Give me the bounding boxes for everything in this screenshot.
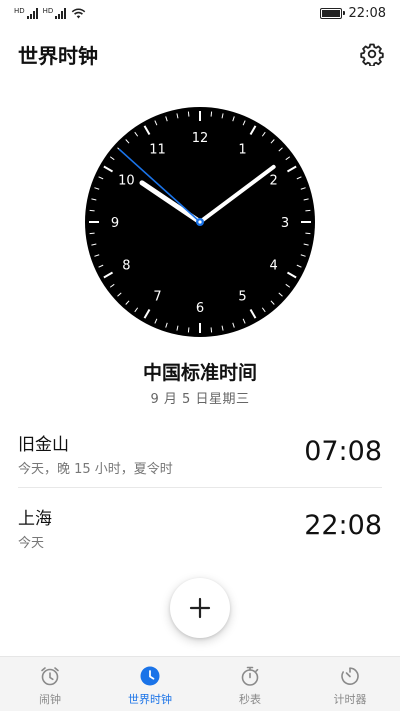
city-time: 22:08 — [304, 510, 382, 541]
city-row[interactable]: 上海 今天 22:08 — [18, 490, 382, 562]
tab-label: 世界时钟 — [128, 693, 172, 706]
tab-alarm[interactable]: 闹钟 — [0, 657, 100, 711]
stopwatch-icon — [241, 666, 259, 686]
clock-tick — [89, 209, 95, 212]
tab-label: 秒表 — [239, 693, 261, 706]
clock-numeral: 8 — [122, 259, 130, 274]
analog-clock: 12 1 2 3 4 5 6 7 8 9 10 11 — [84, 106, 316, 338]
timer-icon — [341, 667, 359, 685]
clock-tick — [210, 327, 213, 333]
local-date: 9 月 5 日星期三 — [150, 392, 250, 407]
add-city-button[interactable] — [170, 578, 230, 638]
sim2-signal-icon: HD — [42, 6, 67, 19]
clock-numeral: 4 — [269, 259, 277, 274]
clock-tick — [305, 209, 311, 212]
plus-icon — [189, 597, 211, 619]
tab-label: 闹钟 — [39, 693, 61, 706]
clock-tick — [305, 232, 311, 235]
tab-stopwatch[interactable]: 秒表 — [200, 657, 300, 711]
local-timezone-name: 中国标准时间 — [142, 362, 257, 384]
clock-center-dot — [198, 220, 202, 224]
sim1-label: HD — [14, 6, 25, 15]
city-time: 07:08 — [304, 436, 382, 467]
clock-tick — [187, 327, 190, 333]
city-offset: 今天，晚 15 小时，夏令时 — [18, 462, 173, 477]
sim2-label: HD — [42, 6, 54, 15]
clock-numeral: 6 — [196, 301, 204, 316]
status-time: 22:08 — [348, 5, 386, 21]
clock-tick — [89, 232, 95, 235]
clock-numeral: 9 — [111, 216, 119, 231]
status-indicators: HD HD — [14, 7, 86, 19]
tab-label: 计时器 — [333, 693, 367, 706]
city-name: 上海 — [18, 509, 52, 529]
alarm-icon — [41, 667, 59, 686]
clock-face: 121234567891011 — [85, 107, 315, 337]
bottom-nav: 闹钟 世界时钟 秒表 计时器 — [0, 656, 400, 711]
settings-button[interactable] — [358, 40, 386, 68]
battery-icon — [319, 7, 345, 19]
clock-tick — [187, 111, 190, 117]
world-clock-icon — [140, 666, 160, 686]
clock-numeral: 2 — [269, 174, 277, 189]
page-title: 世界时钟 — [18, 44, 98, 68]
clock-numeral: 10 — [118, 174, 135, 189]
wifi-icon — [72, 8, 86, 19]
clock-numeral: 5 — [238, 290, 246, 305]
city-name: 旧金山 — [18, 435, 69, 455]
city-row[interactable]: 旧金山 今天，晚 15 小时，夏令时 07:08 — [18, 416, 382, 488]
gear-icon — [360, 43, 384, 66]
clock-tick — [210, 111, 213, 117]
clock-numeral: 12 — [192, 131, 209, 146]
tab-timer[interactable]: 计时器 — [300, 657, 400, 711]
status-bar: HD HD 22:08 — [0, 0, 400, 26]
clock-numeral: 7 — [153, 290, 161, 305]
clock-numeral: 1 — [238, 142, 246, 157]
city-offset: 今天 — [18, 536, 45, 551]
sim1-signal-icon: HD — [14, 6, 38, 19]
clock-numeral: 11 — [149, 142, 166, 157]
tab-world-clock[interactable]: 世界时钟 — [100, 657, 200, 711]
clock-numeral: 3 — [281, 216, 289, 231]
